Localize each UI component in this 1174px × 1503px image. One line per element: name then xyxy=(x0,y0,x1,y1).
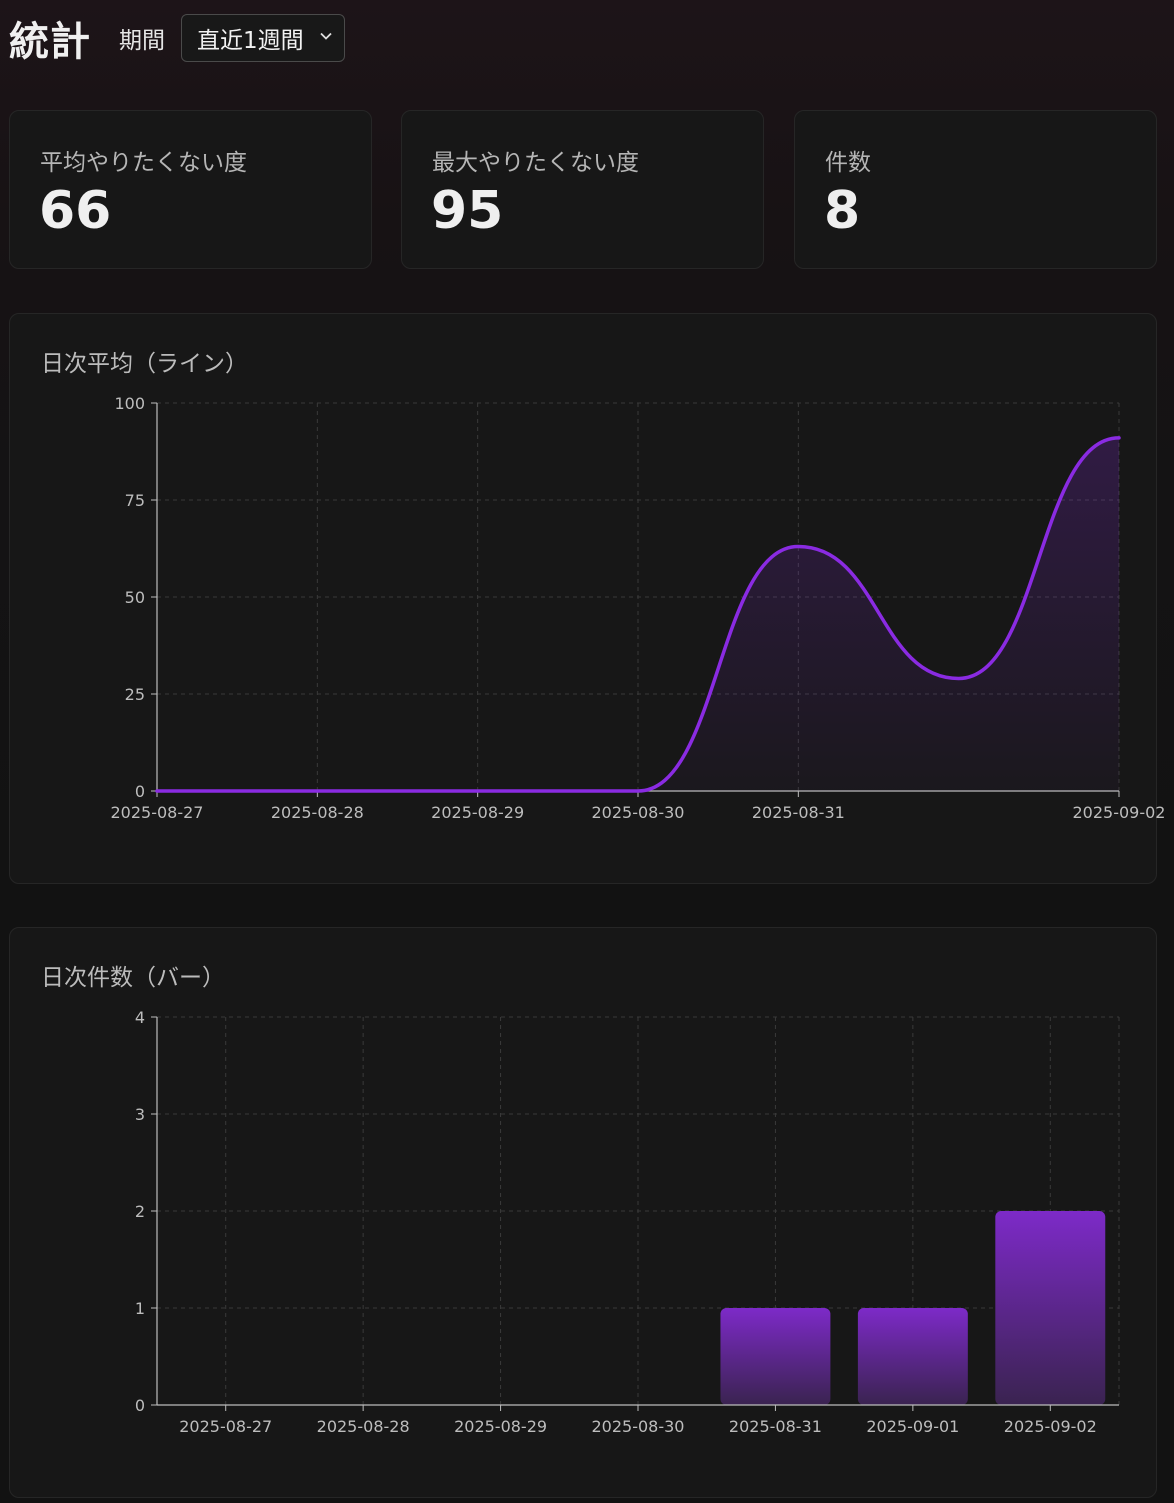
x-tick-label: 2025-08-28 xyxy=(317,1417,410,1436)
y-tick-label: 0 xyxy=(135,1396,145,1415)
x-tick-label: 2025-08-27 xyxy=(179,1417,272,1436)
bar-chart: 0 1 2 3 4 2025-08-27 2025-08-28 2025-08-29 2025-… xyxy=(135,1008,1120,1436)
x-tick-label: 2025-08-30 xyxy=(592,1417,685,1436)
x-tick-label: 2025-09-02 xyxy=(1004,1417,1097,1436)
y-tick-label: 3 xyxy=(135,1105,145,1124)
x-tick-label: 2025-08-29 xyxy=(454,1417,547,1436)
bar xyxy=(720,1308,831,1405)
bar-chart-card: 日次件数（バー） 0 1 2 3 4 2025-08-27 2025-08-28 2025-0… xyxy=(9,927,1157,1498)
x-tick-label: 2025-09-01 xyxy=(866,1417,959,1436)
y-tick-label: 4 xyxy=(135,1008,145,1027)
bar xyxy=(995,1211,1106,1405)
y-tick-label: 2 xyxy=(135,1202,145,1221)
bar xyxy=(857,1308,968,1405)
x-tick-label: 2025-08-31 xyxy=(729,1417,822,1436)
y-tick-label: 1 xyxy=(135,1299,145,1318)
